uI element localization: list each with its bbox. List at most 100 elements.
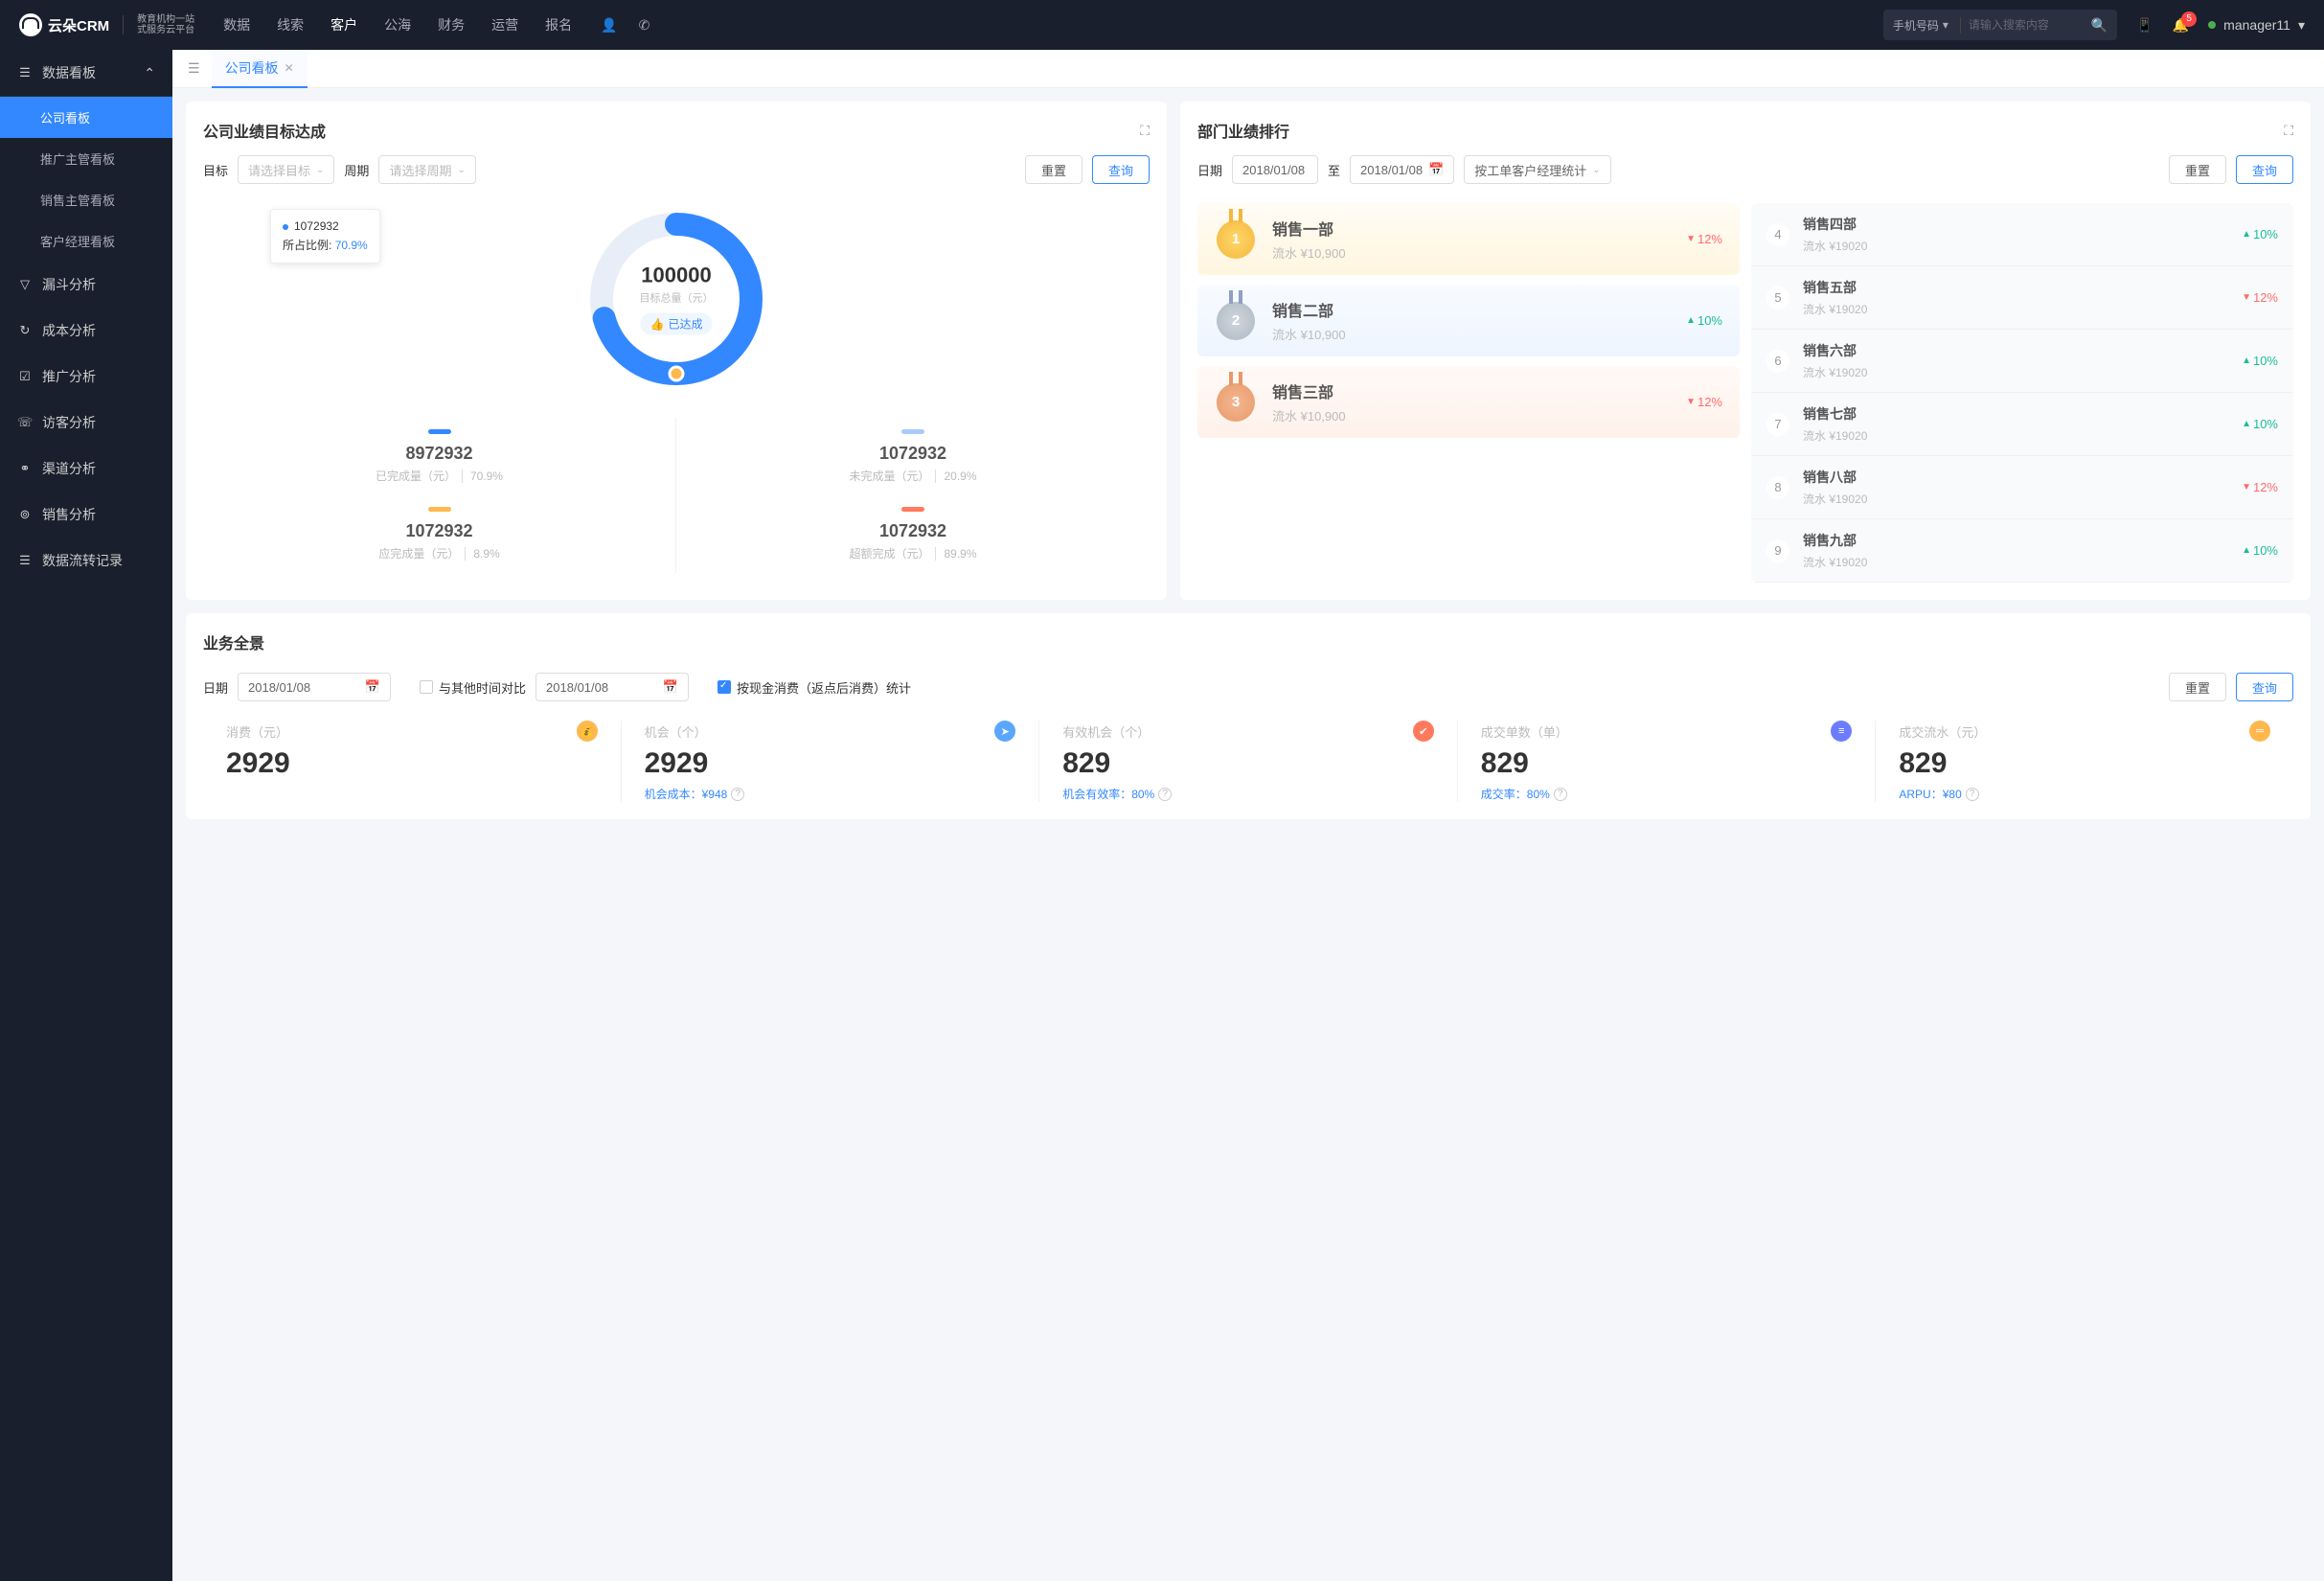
medal-icon: 3 [1215,381,1257,424]
sidebar-header-data-board[interactable]: ☰数据看板 ⌃ [0,50,172,97]
help-icon[interactable]: ? [1554,788,1567,801]
sidebar-item[interactable]: ☰数据流转记录 [0,538,172,584]
rank-sub: 流水 ¥19020 [1803,554,2228,570]
close-icon[interactable]: ✕ [285,61,294,75]
rank-pct: ▲ 10% [1686,313,1722,328]
help-icon[interactable]: ? [1158,788,1172,801]
thumbs-up-icon: 👍 [650,317,665,331]
help-icon[interactable]: ? [1966,788,1979,801]
notification-bell[interactable]: 🔔 5 [2173,17,2189,34]
reset-button[interactable]: 重置 [2169,673,2226,701]
search-icon[interactable]: 🔍 [2091,17,2108,34]
top-nav: 数据 线索 客户 公海 财务 运营 报名 [223,15,572,34]
kpi-value: 829 [1481,747,1853,780]
topnav-item[interactable]: 客户 [330,15,357,34]
panel-company-target: 公司业绩目标达成 ⛶ 目标 请选择目标⌄ 周期 请选择周期⌄ 重置 查询 [186,102,1167,600]
rank-top-card[interactable]: 3 销售三部流水 ¥10,900 ▼ 12% [1197,366,1740,438]
search-input[interactable] [1969,18,2084,32]
top-right: 📱 🔔 5 manager11 ▾ [2136,17,2305,34]
query-button[interactable]: 查询 [2236,673,2293,701]
sidebar-item[interactable]: ⚭渠道分析 [0,446,172,492]
date-to-input[interactable]: 2018/01/08📅 [1350,155,1454,184]
user-icon[interactable]: 👤 [601,17,617,34]
rank-row[interactable]: 4 销售四部流水 ¥19020 ▲ 10% [1751,203,2293,266]
topnav-item[interactable]: 公海 [384,15,411,34]
topnav-item[interactable]: 运营 [491,15,518,34]
rank-top-card[interactable]: 2 销售二部流水 ¥10,900 ▲ 10% [1197,285,1740,356]
reset-button[interactable]: 重置 [2169,155,2226,184]
sidebar-item[interactable]: ⊚销售分析 [0,492,172,538]
top-extra-icons: 👤 ✆ [601,17,649,34]
label-date: 日期 [1197,161,1222,179]
rank-row[interactable]: 6 销售六部流水 ¥19020 ▲ 10% [1751,330,2293,393]
triangle-icon: ▲ [2242,419,2251,429]
triangle-icon: ▼ [2242,292,2251,303]
sidebar: ☰数据看板 ⌃ 公司看板推广主管看板销售主管看板客户经理看板 ▽漏斗分析↻成本分… [0,50,172,1581]
sidebar-sub-item[interactable]: 客户经理看板 [0,220,172,262]
stat-bar-icon [428,429,451,434]
rank-number: 6 [1766,350,1789,373]
kpi-label: 消费（元） [226,722,288,741]
sidebar-item[interactable]: ▽漏斗分析 [0,262,172,308]
date-from-input[interactable]: 2018/01/08 [1232,155,1318,184]
triangle-icon: ▲ [2242,229,2251,240]
label-compare: 与其他时间对比 [439,678,526,697]
rank-row[interactable]: 8 销售八部流水 ¥19020 ▼ 12% [1751,456,2293,519]
rank-top-card[interactable]: 1 销售一部流水 ¥10,900 ▼ 12% [1197,203,1740,275]
triangle-icon: ▲ [1686,315,1696,326]
kpi-label: 成交流水（元） [1899,722,1986,741]
expand-icon[interactable]: ⛶ [1140,123,1150,139]
kpi-card: 有效机会（个）✔ 829机会有效率：80% ? [1039,721,1458,802]
kpi-value: 2929 [226,747,598,780]
tabbar: ☰ 公司看板 ✕ [172,50,2324,88]
rank-name: 销售三部 [1272,379,1671,402]
rank-name: 销售一部 [1272,217,1671,240]
query-button[interactable]: 查询 [1092,155,1150,184]
sidebar-sub-item[interactable]: 公司看板 [0,97,172,138]
sidebar-sub-item[interactable]: 销售主管看板 [0,179,172,220]
rank-row[interactable]: 9 销售九部流水 ¥19020 ▲ 10% [1751,519,2293,583]
rank-sub: 流水 ¥19020 [1803,364,2228,380]
topnav-item[interactable]: 财务 [438,15,465,34]
select-period[interactable]: 请选择周期⌄ [378,155,475,184]
tab-company-board[interactable]: 公司看板 ✕ [212,50,308,88]
chevron-up-icon: ⌃ [144,65,155,81]
sidebar-sub-item[interactable]: 推广主管看板 [0,138,172,179]
sidebar-item-label: 数据流转记录 [42,551,123,570]
chevron-down-icon: ⌄ [1592,165,1600,175]
date-input-2[interactable]: 2018/01/08📅 [535,673,689,701]
date-input-1[interactable]: 2018/01/08📅 [238,673,391,701]
stat-cell: 1072932 超额完成（元）89.9% [676,495,1150,573]
status-dot-icon [2208,21,2216,29]
help-icon[interactable]: ? [731,788,744,801]
logo[interactable]: 云朵CRM 教育机构一站 式服务云平台 [19,13,194,36]
sidebar-item[interactable]: ↻成本分析 [0,308,172,354]
sidebar-item[interactable]: ☑推广分析 [0,354,172,400]
query-button[interactable]: 查询 [2236,155,2293,184]
topnav-item[interactable]: 报名 [545,15,572,34]
reset-button[interactable]: 重置 [1025,155,1082,184]
rank-row[interactable]: 5 销售五部流水 ¥19020 ▼ 12% [1751,266,2293,330]
topnav-item[interactable]: 数据 [223,15,250,34]
compare-checkbox[interactable] [420,680,433,694]
hamburger-icon[interactable]: ☰ [184,57,204,80]
rank-sub: 流水 ¥19020 [1803,427,2228,444]
kpi-card: 成交流水（元）═ 829ARPU：¥80 ? [1876,721,2293,802]
search-type-select[interactable]: 手机号码▾ [1893,17,1961,34]
stat-value: 1072932 [676,521,1150,541]
phone-icon[interactable]: ✆ [639,17,650,34]
kpi-sub-label: 机会有效率：80% [1062,786,1154,802]
mobile-icon[interactable]: 📱 [2136,17,2153,34]
cash-checkbox[interactable] [718,680,731,694]
select-target[interactable]: 请选择目标⌄ [238,155,334,184]
stat-label: 未完成量（元）20.9% [676,468,1150,484]
user-menu[interactable]: manager11 ▾ [2208,17,2305,34]
expand-icon[interactable]: ⛶ [2284,123,2293,139]
stat-cell: 8972932 已完成量（元）70.9% [203,418,676,495]
sidebar-item[interactable]: ☏访客分析 [0,400,172,446]
topnav-item[interactable]: 线索 [277,15,304,34]
stat-bar-icon [901,429,924,434]
rank-row[interactable]: 7 销售七部流水 ¥19020 ▲ 10% [1751,393,2293,456]
select-stat-by[interactable]: 按工单客户经理统计⌄ [1464,155,1610,184]
sidebar-item-icon: ☏ [17,415,33,430]
